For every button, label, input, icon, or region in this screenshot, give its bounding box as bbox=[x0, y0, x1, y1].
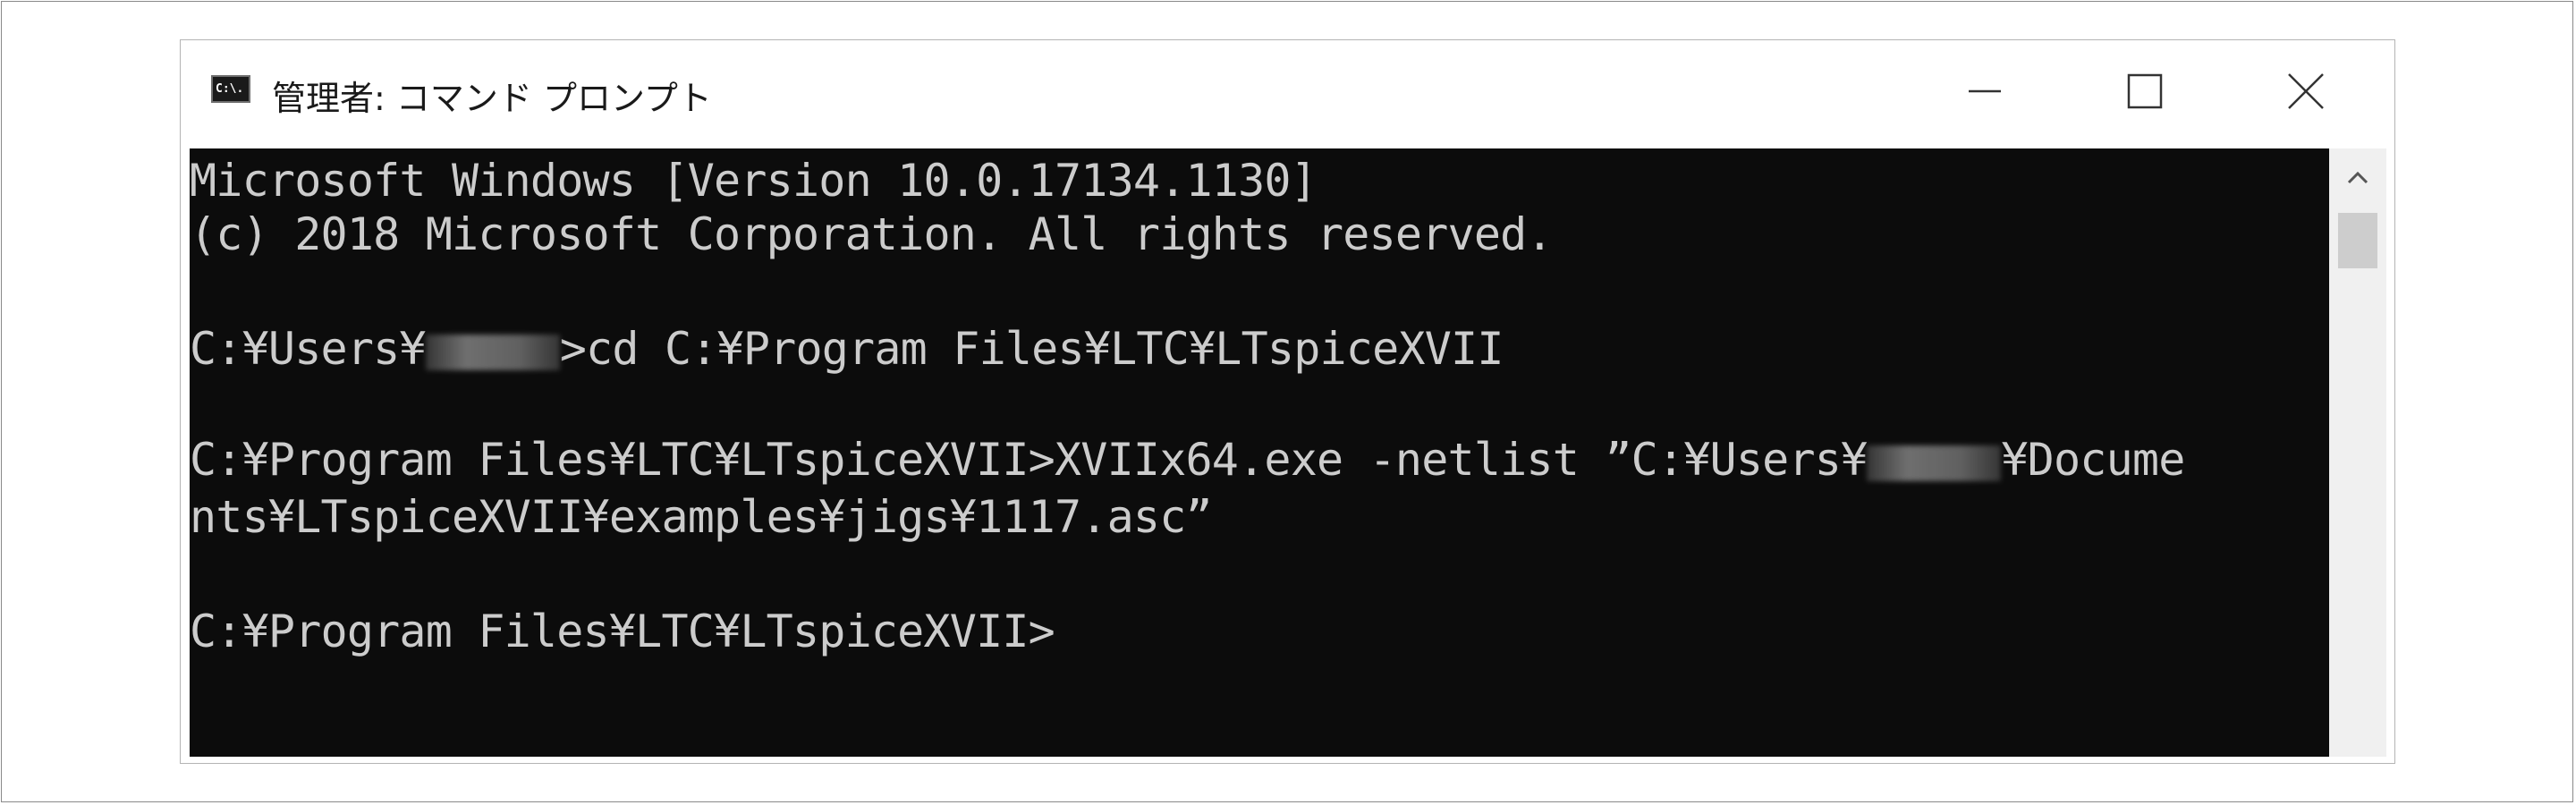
scroll-up-button[interactable] bbox=[2329, 148, 2386, 206]
console-output[interactable]: Microsoft Windows [Version 10.0.17134.11… bbox=[190, 148, 2329, 757]
redacted-username bbox=[425, 334, 560, 370]
title-bar[interactable]: C:\. 管理者: コマンド プロンプト bbox=[181, 40, 2394, 148]
minimize-button[interactable] bbox=[1929, 62, 2037, 119]
maximize-button[interactable] bbox=[2090, 62, 2198, 119]
maximize-icon bbox=[2127, 73, 2163, 109]
scrollbar-thumb[interactable] bbox=[2338, 213, 2377, 268]
prompt-path: C:¥Users¥ bbox=[190, 323, 427, 375]
close-button[interactable] bbox=[2251, 62, 2359, 119]
cd-command-text: >cd C:¥Program Files¥LTC¥LTspiceXVII bbox=[559, 323, 1504, 375]
redacted-username bbox=[1867, 445, 2002, 481]
vertical-scrollbar[interactable] bbox=[2329, 148, 2386, 757]
cmd-icon[interactable]: C:\. bbox=[211, 75, 250, 103]
console-line-netlist-command: C:¥Program Files¥LTC¥LTspiceXVII>XVIIx64… bbox=[190, 431, 2185, 488]
console-line-version: Microsoft Windows [Version 10.0.17134.11… bbox=[190, 155, 1318, 207]
window-title: 管理者: コマンド プロンプト bbox=[272, 79, 712, 118]
console-line-cd-command: C:¥Users¥ >cd C:¥Program Files¥LTC¥LTspic… bbox=[190, 320, 1504, 377]
chevron-up-icon bbox=[2347, 171, 2368, 184]
console-line-copyright: (c) 2018 Microsoft Corporation. All righ… bbox=[190, 208, 1554, 260]
minimize-icon bbox=[1969, 89, 2001, 93]
close-icon bbox=[2288, 73, 2324, 109]
netlist-command-text: C:¥Program Files¥LTC¥LTspiceXVII>XVIIx64… bbox=[190, 434, 1868, 486]
netlist-path-tail: ¥Docume bbox=[2001, 434, 2185, 486]
console-line-prompt: C:¥Program Files¥LTC¥LTspiceXVII> bbox=[190, 606, 1055, 657]
console-line-netlist-continued: nts¥LTspiceXVII¥examples¥jigs¥1117.asc” bbox=[190, 491, 1213, 543]
command-prompt-window: C:\. 管理者: コマンド プロンプト Microsoft Windows [… bbox=[180, 39, 2395, 764]
